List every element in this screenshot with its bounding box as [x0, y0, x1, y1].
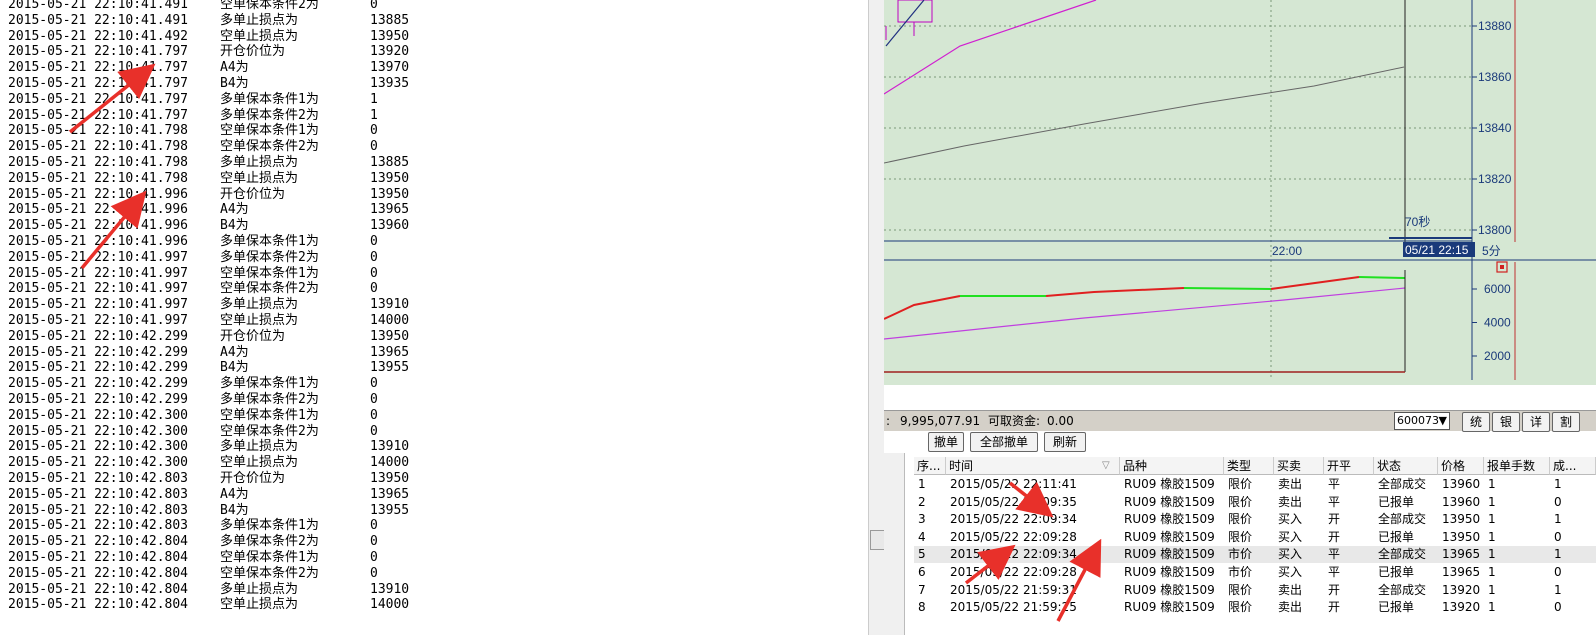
arrow-annotation-5 [1056, 538, 1102, 622]
volume-tick-label: 2000 [1484, 349, 1511, 363]
cursor-time-label: 05/21 22:15 [1405, 243, 1469, 257]
annotation-arrows-orders [964, 481, 1102, 622]
price-axis: 13880 13860 13840 13820 13800 [1472, 19, 1512, 237]
time-axis-label: 22:00 [1272, 244, 1302, 258]
volume-tick-label: 4000 [1484, 316, 1511, 330]
interval-label: 5分 [1482, 244, 1501, 258]
order-panel: : 9,995,077.91 可取资金: 0.00 600073 ▼ 统 银 详… [884, 385, 1596, 635]
volume-red-line [883, 295, 961, 320]
volume-green-line-2 [1183, 287, 1272, 290]
volume-green-line-3 [1358, 276, 1406, 279]
volume-axis: 6000 4000 2000 [1472, 282, 1511, 363]
arrow-annotation-2 [80, 190, 147, 270]
volume-red-line-2 [1045, 287, 1185, 297]
period-label: 70秒 [1405, 215, 1430, 229]
price-tick-label: 13800 [1478, 223, 1512, 237]
scrollbar-thumb[interactable] [870, 530, 885, 550]
price-chart[interactable]: 70秒 22:00 05/21 22:15 5分 13880 13860 13840… [883, 0, 1596, 385]
vertical-scrollbar[interactable] [868, 0, 885, 635]
volume-red-line-3 [1270, 276, 1360, 290]
price-tick-label: 13860 [1478, 70, 1512, 84]
price-tick-label: 13880 [1478, 19, 1512, 33]
arrow-annotation-4 [964, 544, 1016, 585]
arrow-annotation-1 [68, 63, 156, 134]
chart-canvas: 70秒 22:00 05/21 22:15 5分 13880 13860 13840… [883, 0, 1596, 380]
volume-tick-label: 6000 [1484, 282, 1511, 296]
annotation-arrows-log [68, 63, 156, 270]
price-tick-label: 13820 [1478, 172, 1512, 186]
arrow-annotation-3 [1008, 481, 1054, 518]
price-tick-label: 13840 [1478, 121, 1512, 135]
